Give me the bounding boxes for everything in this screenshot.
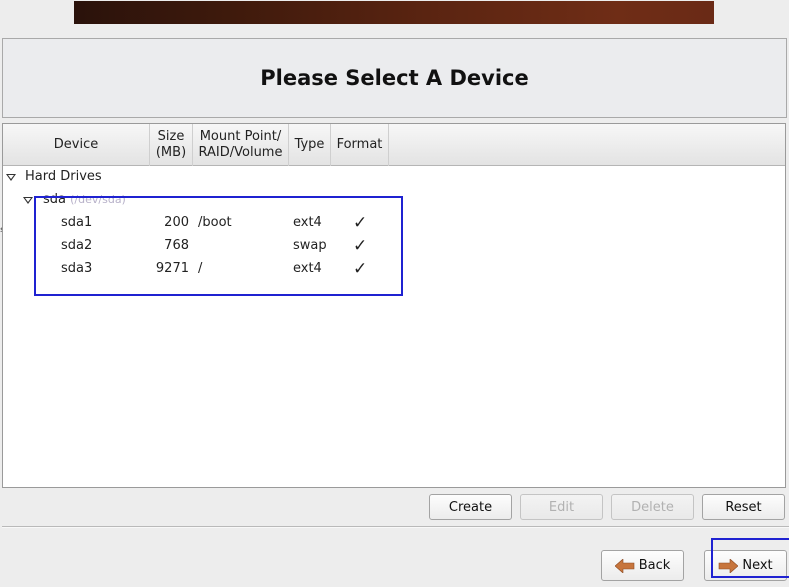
back-button[interactable]: Back <box>601 550 684 581</box>
delete-button[interactable]: Delete <box>611 494 694 520</box>
edit-button[interactable]: Edit <box>520 494 603 520</box>
partition-mount: /boot <box>198 215 232 230</box>
column-header-device[interactable]: Device <box>3 124 150 166</box>
size-line1: Size <box>157 129 185 144</box>
table-row[interactable]: sda1 200 /boot ext4 ✓ <box>3 212 785 234</box>
partition-type: ext4 <box>293 261 322 276</box>
expander-down-icon[interactable] <box>6 174 16 181</box>
tree-row-disk[interactable]: sda (/dev/sda) <box>3 189 785 211</box>
tree-row-hard-drives[interactable]: Hard Drives <box>3 166 785 188</box>
partition-type: ext4 <box>293 215 322 230</box>
table-row[interactable]: sda3 9271 / ext4 ✓ <box>3 258 785 280</box>
column-header-mount-point[interactable]: Mount Point/RAID/Volume <box>193 124 289 166</box>
back-label: Back <box>638 558 671 573</box>
expander-down-icon[interactable] <box>23 197 33 204</box>
partition-device: sda2 <box>61 238 93 253</box>
device-tree[interactable]: Device Size (MB) Mount Point/RAID/Volume … <box>2 123 786 488</box>
header-banner <box>74 1 714 24</box>
partition-type: swap <box>293 238 327 253</box>
disk-name: sda <box>43 192 66 207</box>
next-button[interactable]: Next <box>704 550 787 581</box>
format-check-icon: ✓ <box>353 259 368 279</box>
reset-button[interactable]: Reset <box>702 494 785 520</box>
tree-header: Device Size (MB) Mount Point/RAID/Volume … <box>3 124 785 166</box>
partition-device: sda3 <box>61 261 93 276</box>
arrow-left-icon <box>614 557 635 574</box>
next-label: Next <box>742 558 773 573</box>
title-panel: Please Select A Device <box>2 38 787 118</box>
partition-size: 200 <box>164 215 189 230</box>
table-row[interactable]: sda2 768 swap ✓ <box>3 235 785 257</box>
partition-device: sda1 <box>61 215 93 230</box>
separator <box>2 526 789 528</box>
partition-size: 768 <box>164 238 189 253</box>
format-check-icon: ✓ <box>353 213 368 233</box>
mount-line2: RAID/Volume <box>198 145 283 160</box>
size-line2: (MB) <box>155 145 187 160</box>
arrow-right-icon <box>718 557 739 574</box>
disk-path: (/dev/sda) <box>70 193 126 206</box>
format-check-icon: ✓ <box>353 236 368 256</box>
partition-mount: / <box>198 261 203 276</box>
column-header-type[interactable]: Type <box>289 124 331 166</box>
column-header-format[interactable]: Format <box>331 124 389 166</box>
column-header-size[interactable]: Size (MB) <box>150 124 193 166</box>
group-label: Hard Drives <box>25 169 102 184</box>
partition-size: 9271 <box>155 261 189 276</box>
mount-line1: Mount Point/ <box>199 129 282 144</box>
create-button[interactable]: Create <box>429 494 512 520</box>
page-title: Please Select A Device <box>260 66 529 90</box>
